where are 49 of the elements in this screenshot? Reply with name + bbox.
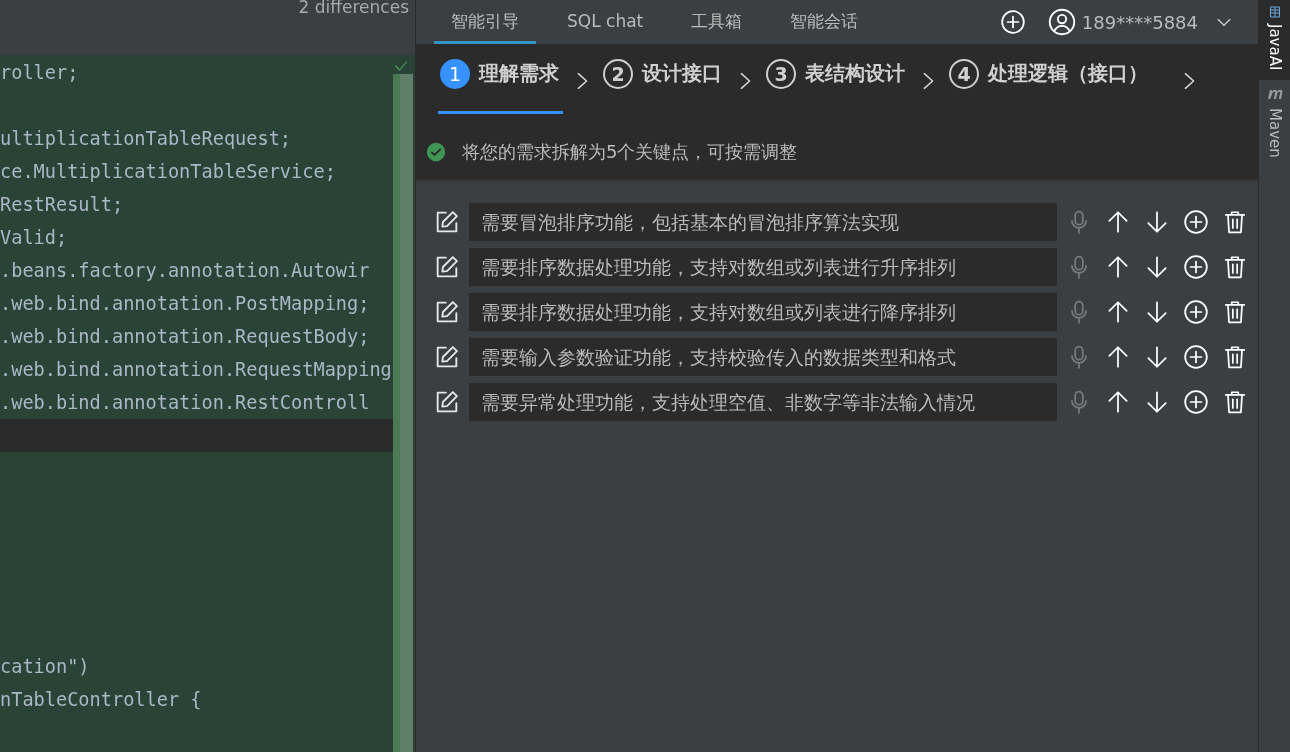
- trash-icon[interactable]: [1222, 209, 1248, 235]
- check-icon: [393, 58, 409, 74]
- step-number: 2: [603, 58, 633, 89]
- code-line: .web.bind.annotation.RequestMapping: [0, 358, 393, 382]
- add-icon[interactable]: [999, 9, 1026, 35]
- add-icon[interactable]: [1183, 254, 1209, 280]
- code-line: ultiplicationTableRequest;: [0, 127, 293, 151]
- code-line: .web.bind.annotation.PostMapping;: [0, 292, 371, 316]
- user-icon[interactable]: [1047, 8, 1076, 36]
- step-number: 4: [949, 58, 979, 89]
- code-line: .web.bind.annotation.RequestBody;: [0, 325, 371, 349]
- code-line: RestResult;: [0, 193, 125, 217]
- tab[interactable]: 智能会话: [773, 0, 876, 44]
- trash-icon[interactable]: [1222, 389, 1248, 415]
- tool-window-label: JavaAI: [1265, 24, 1284, 71]
- step-number: 3: [766, 58, 796, 89]
- code-line: nTableController {: [0, 688, 203, 712]
- point-field[interactable]: 需要异常处理功能，支持处理空值、非数字等非法输入情况: [469, 383, 1057, 421]
- code-line: Valid;: [0, 226, 69, 250]
- point-field[interactable]: 需要排序数据处理功能，支持对数组或列表进行升序排列: [469, 248, 1057, 286]
- code-line: ce.MultiplicationTableService;: [0, 160, 337, 184]
- step-tab[interactable]: 3 表结构设计: [764, 44, 909, 114]
- step-tab[interactable]: 2 设计接口: [601, 44, 726, 114]
- trash-icon[interactable]: [1222, 254, 1248, 280]
- tool-window-label: Maven: [1265, 108, 1284, 159]
- step-tab[interactable]: 4 处理逻辑（接口）: [947, 44, 1152, 114]
- tool-window-tab[interactable]: JavaAI: [1259, 0, 1290, 81]
- point-field[interactable]: 需要冒泡排序功能，包括基本的冒泡排序算法实现: [469, 203, 1057, 241]
- code-line: .beans.factory.annotation.Autowir: [0, 259, 371, 283]
- code-line: roller;: [0, 61, 80, 85]
- step-number: 1: [440, 58, 470, 89]
- code-line: .web.bind.annotation.RestControll: [0, 391, 371, 415]
- add-icon[interactable]: [1183, 209, 1209, 235]
- tab[interactable]: 工具箱: [674, 0, 760, 44]
- success-icon: [426, 142, 446, 162]
- tab[interactable]: SQL chat: [550, 0, 661, 44]
- diff-count: 2 differences: [298, 0, 409, 16]
- point-field[interactable]: 需要输入参数验证功能，支持校验传入的数据类型和格式: [469, 338, 1057, 376]
- point-field[interactable]: 需要排序数据处理功能，支持对数组或列表进行降序排列: [469, 293, 1057, 331]
- account-name[interactable]: 189****5884: [1081, 11, 1198, 33]
- grid-icon: [1267, 6, 1282, 18]
- code-line: cation"): [0, 655, 91, 679]
- trash-icon[interactable]: [1222, 344, 1248, 370]
- trash-icon[interactable]: [1222, 299, 1248, 325]
- step-tab[interactable]: 1 理解需求: [438, 44, 563, 114]
- message-text: 将您的需求拆解为5个关键点，可按需调整: [462, 140, 798, 164]
- add-icon[interactable]: [1183, 344, 1209, 370]
- add-icon[interactable]: [1183, 389, 1209, 415]
- add-icon[interactable]: [1183, 299, 1209, 325]
